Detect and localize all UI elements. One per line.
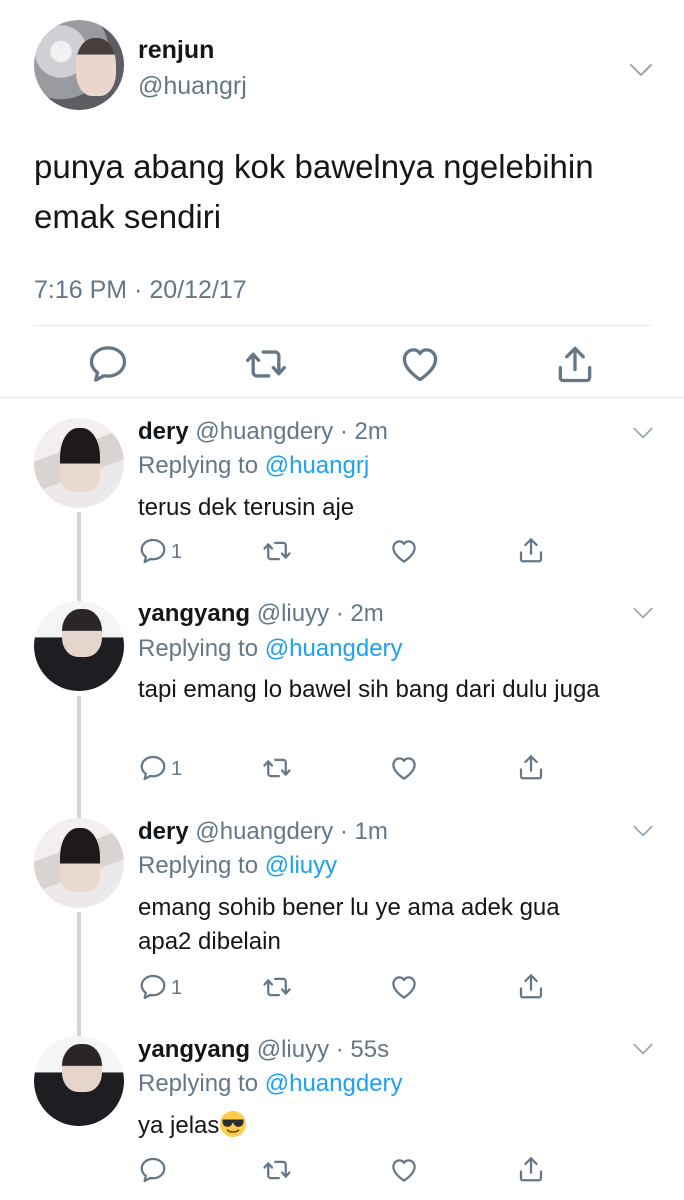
retweet-icon[interactable]	[262, 536, 292, 566]
author-handle[interactable]: @huangdery	[195, 418, 333, 445]
thread-line	[77, 512, 81, 606]
retweet-icon[interactable]	[262, 972, 292, 1002]
reply-text: terus dek terusin aje	[138, 494, 355, 521]
reply-header: yangyang @liuyy · 55s	[138, 1036, 389, 1064]
reply-time[interactable]: · 2m	[336, 600, 384, 627]
share-icon[interactable]	[553, 342, 597, 386]
reply-count: 1	[171, 977, 183, 999]
replying-to: Replying to @huangdery	[138, 635, 403, 663]
divider	[34, 325, 651, 326]
retweet-icon[interactable]	[262, 1155, 292, 1185]
avatar-hair	[60, 428, 100, 492]
tweet-text: punya abang kok bawelnya ngelebihin emak…	[34, 148, 594, 235]
replying-to-mention[interactable]: @huangdery	[265, 635, 403, 662]
share-icon[interactable]	[516, 535, 546, 565]
author-name[interactable]: yangyang	[138, 1036, 250, 1063]
replying-to: Replying to @liuyy	[138, 852, 337, 880]
reply-icon[interactable]	[86, 342, 130, 386]
thread-line	[77, 912, 81, 1036]
replying-to-label: Replying to	[138, 852, 265, 879]
avatar-hair	[62, 1044, 102, 1092]
replying-to-label: Replying to	[138, 452, 265, 479]
like-icon[interactable]	[389, 1155, 419, 1185]
avatar[interactable]	[34, 601, 124, 691]
reply-icon[interactable]	[138, 1155, 168, 1185]
chevron-down-icon[interactable]	[630, 420, 656, 446]
reply-icon[interactable]	[138, 753, 168, 783]
retweet-icon[interactable]	[244, 342, 288, 386]
like-icon[interactable]	[389, 972, 419, 1002]
share-icon[interactable]	[516, 971, 546, 1001]
author-handle[interactable]: @huangrj	[138, 72, 247, 101]
smiling-face-with-sunglasses-emoji	[220, 1111, 247, 1137]
share-icon[interactable]	[516, 752, 546, 782]
author-name[interactable]: yangyang	[138, 600, 250, 627]
author-handle[interactable]: @liuyy	[257, 1036, 329, 1063]
author-name[interactable]: dery	[138, 818, 189, 845]
reply-count: 1	[171, 541, 183, 563]
chevron-down-icon[interactable]	[630, 818, 656, 844]
chevron-down-icon[interactable]	[630, 600, 656, 626]
like-icon[interactable]	[398, 342, 442, 386]
author-name[interactable]: renjun	[138, 36, 214, 65]
reply-header: dery @huangdery · 1m	[138, 818, 388, 846]
replying-to: Replying to @huangdery	[138, 1070, 403, 1098]
divider	[0, 397, 684, 398]
author-name[interactable]: dery	[138, 418, 189, 445]
avatar[interactable]	[34, 418, 124, 508]
avatar[interactable]	[34, 20, 124, 110]
replying-to-label: Replying to	[138, 1070, 265, 1097]
reply-count: 1	[171, 758, 183, 780]
reply-time[interactable]: · 55s	[336, 1036, 389, 1063]
like-icon[interactable]	[389, 753, 419, 783]
author-handle[interactable]: @liuyy	[257, 600, 329, 627]
replying-to-mention[interactable]: @huangrj	[265, 452, 369, 479]
reply-text: tapi emang lo bawel sih bang dari dulu j…	[138, 676, 600, 703]
reply-time[interactable]: · 1m	[340, 818, 388, 845]
avatar[interactable]	[34, 818, 124, 908]
reply-header: dery @huangdery · 2m	[138, 418, 388, 446]
chevron-down-icon[interactable]	[626, 55, 656, 85]
replying-to: Replying to @huangrj	[138, 452, 369, 480]
avatar-hair	[62, 609, 102, 657]
thread-line	[77, 696, 81, 821]
avatar-hair	[60, 828, 100, 892]
share-icon[interactable]	[516, 1154, 546, 1184]
tweet-timestamp[interactable]: 7:16 PM · 20/12/17	[34, 276, 247, 305]
replying-to-label: Replying to	[138, 635, 265, 662]
retweet-icon[interactable]	[262, 753, 292, 783]
replying-to-mention[interactable]: @huangdery	[265, 1070, 403, 1097]
author-handle[interactable]: @huangdery	[195, 818, 333, 845]
avatar[interactable]	[34, 1036, 124, 1126]
reply-text: emang sohib bener lu ye ama adek gua apa…	[138, 894, 560, 955]
reply-text-row: ya jelas	[138, 1109, 638, 1143]
avatar-face	[76, 38, 116, 96]
reply-time[interactable]: · 2m	[340, 418, 388, 445]
like-icon[interactable]	[389, 536, 419, 566]
reply-icon[interactable]	[138, 536, 168, 566]
reply-text: ya jelas	[138, 1112, 220, 1139]
reply-header: yangyang @liuyy · 2m	[138, 600, 384, 628]
chevron-down-icon[interactable]	[630, 1036, 656, 1062]
replying-to-mention[interactable]: @liuyy	[265, 852, 337, 879]
reply-icon[interactable]	[138, 972, 168, 1002]
